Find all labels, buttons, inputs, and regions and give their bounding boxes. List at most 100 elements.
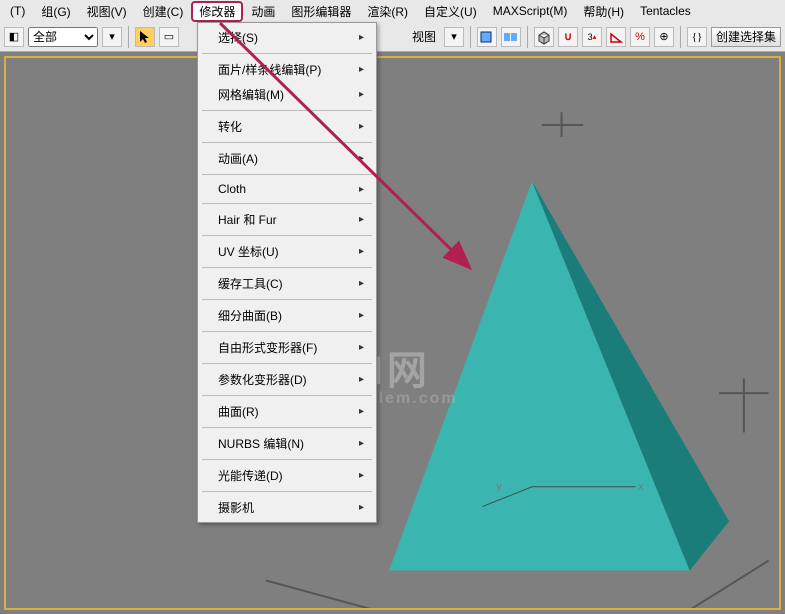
scene-svg: x y: [6, 58, 779, 608]
menu-item-label: 缓存工具(C): [218, 275, 283, 292]
menu-item-label: 选择(S): [218, 29, 258, 46]
menu-separator: [202, 299, 372, 300]
snap-icon-2[interactable]: ⊕: [654, 27, 674, 47]
perspective-viewport[interactable]: x y GXI网 gxlem.com: [4, 56, 781, 610]
menu-item[interactable]: 组(G): [33, 1, 78, 22]
menu-item[interactable]: 参数化变形器(D) ▸: [198, 367, 376, 392]
menu-item[interactable]: MAXScript(M): [485, 2, 576, 20]
menu-item-label: UV 坐标(U): [218, 243, 279, 260]
menu-item[interactable]: 自由形式变形器(F) ▸: [198, 335, 376, 360]
menu-separator: [202, 395, 372, 396]
toolbar-icon-a[interactable]: [477, 27, 497, 47]
submenu-arrow-icon: ▸: [359, 246, 364, 257]
box-icon[interactable]: [534, 27, 554, 47]
menu-item[interactable]: 创建(C): [135, 1, 192, 22]
angle-snap-icon[interactable]: [606, 27, 626, 47]
menu-item[interactable]: 曲面(R) ▸: [198, 399, 376, 424]
menu-separator: [202, 491, 372, 492]
menu-item[interactable]: 面片/样条线编辑(P) ▸: [198, 57, 376, 82]
submenu-arrow-icon: ▸: [359, 89, 364, 100]
menu-item[interactable]: 图形编辑器: [283, 1, 359, 22]
menu-separator: [202, 110, 372, 111]
menu-item[interactable]: NURBS 编辑(N)▸: [198, 431, 376, 456]
menu-item[interactable]: 动画: [243, 1, 283, 22]
view-dropdown-icon[interactable]: ▾: [444, 27, 464, 47]
menu-item-label: 光能传递(D): [218, 467, 283, 484]
svg-text:x: x: [638, 482, 643, 493]
menu-item[interactable]: Cloth▸: [198, 178, 376, 200]
menu-item[interactable]: Hair 和 Fur ▸: [198, 207, 376, 232]
menu-item[interactable]: Tentacles: [632, 2, 699, 20]
cursor-icon[interactable]: [135, 27, 155, 47]
menu-separator: [202, 363, 372, 364]
menu-item[interactable]: 自定义(U): [416, 1, 485, 22]
menu-item-label: 面片/样条线编辑(P): [218, 61, 321, 78]
menu-item[interactable]: 动画(A) ▸: [198, 146, 376, 171]
submenu-arrow-icon: ▸: [359, 121, 364, 132]
menu-separator: [202, 331, 372, 332]
toolbar-icon-3[interactable]: ▭: [159, 27, 179, 47]
selection-set-icon[interactable]: {}: [687, 27, 707, 47]
menu-item-label: 曲面(R): [218, 403, 259, 420]
menu-separator: [202, 267, 372, 268]
view-label: 视图: [412, 28, 436, 45]
toolbar-dropdown-icon[interactable]: ▾: [102, 27, 122, 47]
menu-item-label: NURBS 编辑(N): [218, 435, 304, 452]
toolbar-icon-1[interactable]: ◧: [4, 27, 24, 47]
menu-item-label: 网格编辑(M): [218, 86, 284, 103]
menu-item-label: 参数化变形器(D): [218, 371, 307, 388]
selection-set-input[interactable]: 创建选择集: [711, 27, 781, 47]
menu-item[interactable]: 转化 ▸: [198, 114, 376, 139]
menu-item-label: 转化: [218, 118, 242, 135]
viewport-area: x y GXI网 gxlem.com: [0, 52, 785, 614]
menu-item-label: 动画(A): [218, 150, 258, 167]
submenu-arrow-icon: ▸: [359, 374, 364, 385]
submenu-arrow-icon: ▸: [359, 64, 364, 75]
submenu-arrow-icon: ▸: [359, 342, 364, 353]
toolbar-separator: [128, 26, 129, 48]
menu-bar: (T)组(G)视图(V)创建(C)修改器动画图形编辑器渲染(R)自定义(U)MA…: [0, 0, 785, 22]
percent-snap-icon[interactable]: %: [630, 27, 650, 47]
toolbar-icon-b[interactable]: [501, 27, 521, 47]
toolbar-separator: [470, 26, 471, 48]
menu-separator: [202, 459, 372, 460]
submenu-arrow-icon: ▸: [359, 502, 364, 513]
snap-3-icon[interactable]: 3▴: [582, 27, 602, 47]
toolbar-separator: [527, 26, 528, 48]
submenu-arrow-icon: ▸: [359, 470, 364, 481]
modifiers-menu: 选择(S)▸面片/样条线编辑(P)▸网格编辑(M)▸转化▸动画(A)▸Cloth…: [197, 22, 377, 523]
menu-item[interactable]: 视图(V): [79, 1, 135, 22]
menu-item[interactable]: 缓存工具(C) ▸: [198, 271, 376, 296]
menu-item[interactable]: 光能传递(D) ▸: [198, 463, 376, 488]
menu-item-label: Hair 和 Fur: [218, 211, 277, 228]
menu-separator: [202, 53, 372, 54]
menu-separator: [202, 235, 372, 236]
menu-item[interactable]: 修改器: [191, 1, 243, 22]
menu-separator: [202, 203, 372, 204]
submenu-arrow-icon: ▸: [359, 214, 364, 225]
menu-item[interactable]: 网格编辑(M) ▸: [198, 82, 376, 107]
svg-text:y: y: [496, 482, 501, 493]
menu-item[interactable]: 摄影机 ▸: [198, 495, 376, 520]
menu-item-label: 细分曲面(B): [218, 307, 282, 324]
menu-item[interactable]: UV 坐标(U) ▸: [198, 239, 376, 264]
menu-item[interactable]: 渲染(R): [359, 1, 416, 22]
menu-item[interactable]: 选择(S) ▸: [198, 25, 376, 50]
menu-separator: [202, 427, 372, 428]
submenu-arrow-icon: ▸: [359, 406, 364, 417]
toolbar-separator: [680, 26, 681, 48]
submenu-arrow-icon: ▸: [359, 278, 364, 289]
magnet-icon[interactable]: ∪: [558, 27, 578, 47]
submenu-arrow-icon: ▸: [359, 310, 364, 321]
submenu-arrow-icon: ▸: [359, 184, 364, 195]
filter-select[interactable]: 全部: [28, 27, 98, 47]
menu-item[interactable]: 帮助(H): [575, 1, 632, 22]
toolbar: ◧ 全部 ▾ ▭ 视图 ▾ ∪ 3▴ % ⊕ {} 创建选择集: [0, 22, 785, 52]
submenu-arrow-icon: ▸: [359, 32, 364, 43]
menu-separator: [202, 174, 372, 175]
menu-item-label: 自由形式变形器(F): [218, 339, 317, 356]
submenu-arrow-icon: ▸: [359, 153, 364, 164]
menu-item[interactable]: (T): [2, 2, 33, 20]
menu-item[interactable]: 细分曲面(B) ▸: [198, 303, 376, 328]
menu-item-label: 摄影机: [218, 499, 254, 516]
